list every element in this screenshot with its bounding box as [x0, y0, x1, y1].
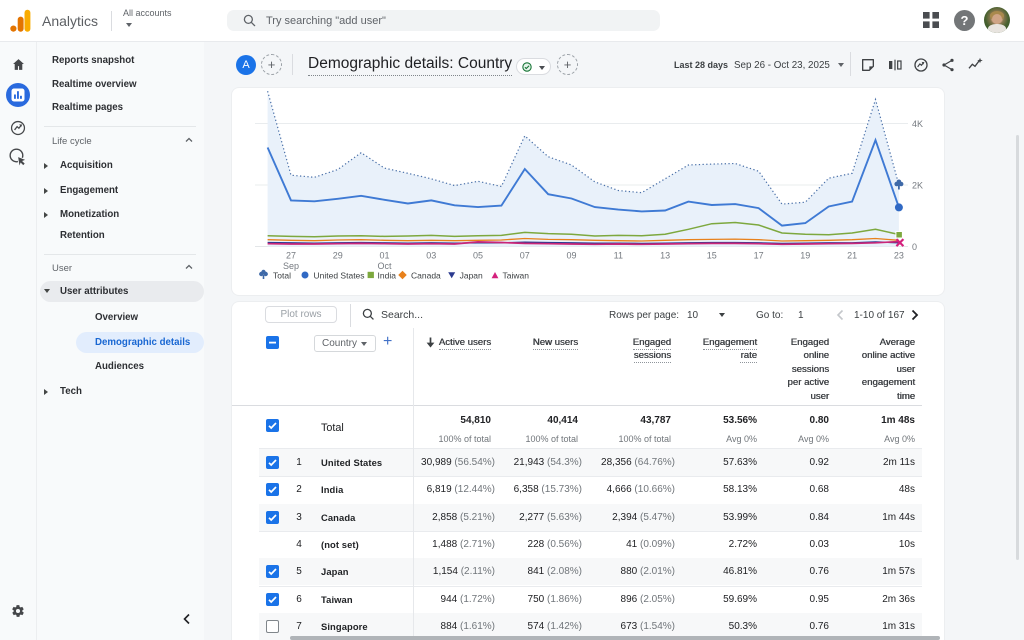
svg-text:13: 13	[660, 251, 670, 261]
svg-text:Taiwan: Taiwan	[503, 271, 530, 281]
svg-text:05: 05	[473, 251, 483, 261]
svg-text:0: 0	[912, 242, 917, 252]
svg-text:11: 11	[614, 251, 623, 261]
svg-text:21: 21	[847, 251, 857, 261]
svg-text:2K: 2K	[912, 181, 923, 191]
svg-text:Japan: Japan	[460, 271, 483, 281]
svg-text:29: 29	[333, 251, 343, 261]
svg-text:27: 27	[286, 251, 296, 261]
svg-text:Canada: Canada	[411, 271, 441, 281]
svg-text:Sep: Sep	[283, 261, 299, 271]
svg-text:15: 15	[707, 251, 717, 261]
svg-text:01: 01	[379, 251, 389, 261]
svg-text:4K: 4K	[912, 119, 923, 129]
svg-text:07: 07	[520, 251, 530, 261]
svg-text:Oct: Oct	[377, 261, 392, 271]
svg-text:19: 19	[800, 251, 810, 261]
svg-text:India: India	[378, 271, 397, 281]
svg-text:03: 03	[426, 251, 436, 261]
svg-text:Total: Total	[273, 271, 291, 281]
svg-text:17: 17	[754, 251, 764, 261]
svg-text:09: 09	[566, 251, 576, 261]
svg-text:23: 23	[894, 251, 904, 261]
svg-text:United States: United States	[314, 271, 365, 281]
